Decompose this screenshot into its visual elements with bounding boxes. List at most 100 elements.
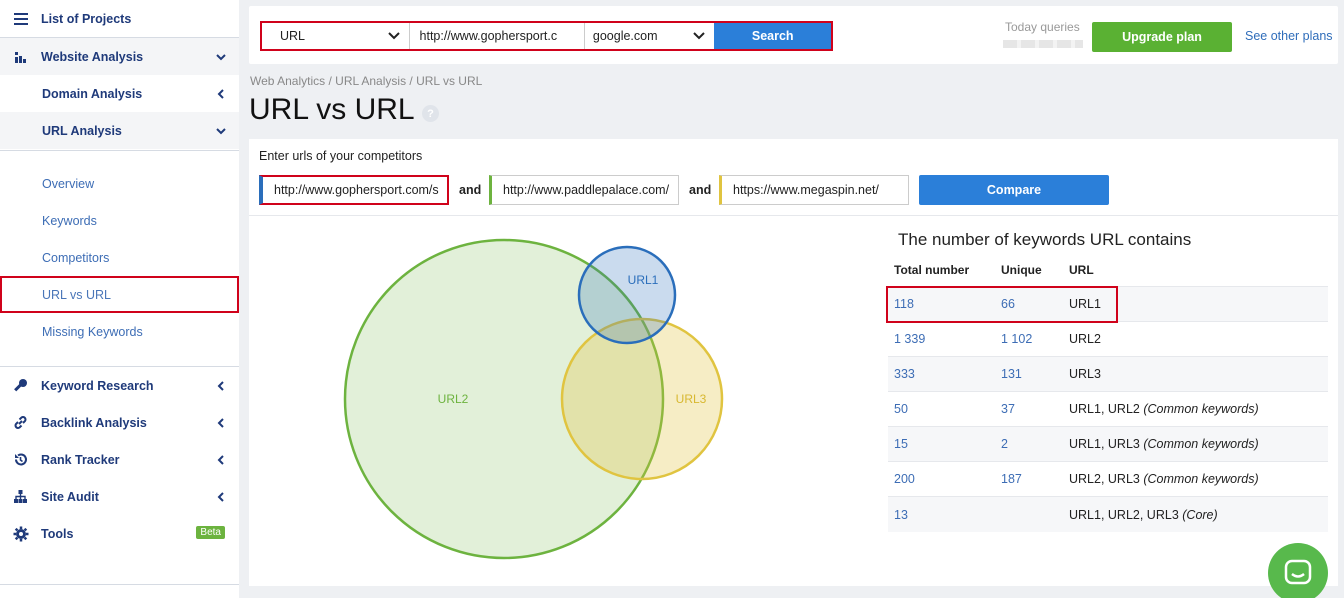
url-cell: URL3 bbox=[1069, 367, 1328, 381]
total-cell[interactable]: 15 bbox=[888, 437, 1001, 451]
url-cell-text: URL2 bbox=[1069, 332, 1101, 346]
sidebar-item-url-analysis[interactable]: URL Analysis bbox=[0, 112, 239, 149]
url-cell: URL1, URL2, URL3 (Core) bbox=[1069, 508, 1328, 522]
sidebar-item-tools[interactable]: Tools Beta bbox=[0, 515, 239, 552]
table-row: 1 339 1 102 URL2 bbox=[888, 322, 1328, 357]
sidebar-item-label: Domain Analysis bbox=[42, 86, 143, 101]
chevron-left-icon bbox=[217, 89, 224, 99]
sidebar: List of Projects Website Analysis Domain… bbox=[0, 0, 239, 598]
beta-badge: Beta bbox=[196, 526, 225, 539]
total-cell[interactable]: 200 bbox=[888, 472, 1001, 486]
and-label: and bbox=[459, 183, 482, 197]
chevron-down-icon bbox=[387, 32, 400, 40]
chevron-left-icon bbox=[217, 417, 224, 428]
sidebar-item-url-vs-url[interactable]: URL vs URL bbox=[0, 276, 239, 313]
url-input[interactable]: http://www.gophersport.c bbox=[410, 23, 585, 49]
url-cell-text: URL1, URL3 bbox=[1069, 437, 1140, 451]
chevron-down-icon bbox=[216, 128, 226, 135]
sidebar-item-label: List of Projects bbox=[41, 11, 132, 26]
total-cell[interactable]: 13 bbox=[888, 508, 1001, 522]
header-url: URL bbox=[1069, 262, 1094, 277]
venn-label-url1: URL1 bbox=[628, 273, 659, 287]
sidebar-item-label: Website Analysis bbox=[41, 49, 144, 64]
divider bbox=[0, 150, 239, 151]
search-group: URL http://www.gophersport.c google.com … bbox=[260, 21, 833, 51]
table-header: Total number Unique URL bbox=[888, 253, 1328, 287]
keywords-table: Total number Unique URL 118 66 URL1 1 33… bbox=[886, 253, 1328, 532]
type-select[interactable]: URL bbox=[262, 23, 410, 49]
sidebar-item-competitors[interactable]: Competitors bbox=[0, 239, 239, 276]
top-search-bar: URL http://www.gophersport.c google.com … bbox=[249, 6, 1338, 64]
sitemap-icon bbox=[0, 489, 41, 504]
see-other-plans-link[interactable]: See other plans bbox=[1245, 29, 1333, 43]
upgrade-plan-button[interactable]: Upgrade plan bbox=[1092, 22, 1232, 52]
header-total: Total number bbox=[894, 262, 970, 277]
table-row: 15 2 URL1, URL3 (Common keywords) bbox=[888, 427, 1328, 462]
url-cell-note: (Common keywords) bbox=[1143, 437, 1259, 451]
chat-widget-button[interactable] bbox=[1268, 543, 1328, 598]
chat-icon bbox=[1284, 559, 1312, 585]
sidebar-item-missing-keywords[interactable]: Missing Keywords bbox=[0, 313, 239, 350]
url-cell-text: URL1, URL2 bbox=[1069, 402, 1140, 416]
search-engine-select[interactable]: google.com bbox=[585, 23, 715, 49]
unique-cell[interactable]: 131 bbox=[1001, 367, 1069, 381]
url3-input[interactable]: https://www.megaspin.net/ bbox=[719, 175, 909, 205]
venn-label-url2: URL2 bbox=[438, 392, 469, 406]
sidebar-item-website-analysis[interactable]: Website Analysis bbox=[0, 38, 239, 75]
unique-cell[interactable]: 1 102 bbox=[1001, 332, 1069, 346]
sidebar-item-projects[interactable]: List of Projects bbox=[0, 0, 239, 37]
compare-button[interactable]: Compare bbox=[919, 175, 1109, 205]
list-icon bbox=[0, 12, 41, 25]
help-icon[interactable]: ? bbox=[422, 105, 439, 122]
url-cell-note: (Common keywords) bbox=[1143, 402, 1259, 416]
url-cell-text: URL3 bbox=[1069, 367, 1101, 381]
sidebar-item-keyword-research[interactable]: Keyword Research bbox=[0, 367, 239, 404]
sidebar-item-backlink-analysis[interactable]: Backlink Analysis bbox=[0, 404, 239, 441]
sidebar-item-domain-analysis[interactable]: Domain Analysis bbox=[0, 75, 239, 112]
key-icon bbox=[0, 378, 41, 393]
url-cell-text: URL1, URL2, URL3 bbox=[1069, 507, 1179, 522]
total-cell[interactable]: 50 bbox=[888, 402, 1001, 416]
total-cell[interactable]: 1 339 bbox=[888, 332, 1001, 346]
url-cell: URL1, URL3 (Common keywords) bbox=[1069, 437, 1328, 451]
divider bbox=[0, 584, 239, 585]
today-queries-bar bbox=[1003, 40, 1083, 48]
total-cell[interactable]: 333 bbox=[888, 367, 1001, 381]
chevron-down-icon bbox=[693, 32, 706, 40]
sidebar-item-label: Rank Tracker bbox=[41, 452, 120, 467]
sidebar-item-label: Site Audit bbox=[41, 489, 99, 504]
url1-input[interactable]: http://www.gophersport.com/s bbox=[259, 175, 449, 205]
unique-cell[interactable]: 187 bbox=[1001, 472, 1069, 486]
table-row: 200 187 URL2, URL3 (Common keywords) bbox=[888, 462, 1328, 497]
url2-input[interactable]: http://www.paddlepalace.com/ bbox=[489, 175, 679, 205]
url-cell-text: URL2, URL3 bbox=[1069, 472, 1140, 486]
search-button[interactable]: Search bbox=[714, 23, 831, 49]
table-row: 333 131 URL3 bbox=[888, 357, 1328, 392]
venn-circle-url1[interactable] bbox=[577, 245, 677, 345]
url-cell: URL2 bbox=[1069, 332, 1328, 346]
unique-cell[interactable]: 2 bbox=[1001, 437, 1069, 451]
type-select-value: URL bbox=[280, 29, 306, 43]
sidebar-item-rank-tracker[interactable]: Rank Tracker bbox=[0, 441, 239, 478]
sidebar-item-site-audit[interactable]: Site Audit bbox=[0, 478, 239, 515]
gear-icon bbox=[0, 526, 41, 542]
unique-cell[interactable]: 37 bbox=[1001, 402, 1069, 416]
header-unique: Unique bbox=[1001, 262, 1042, 277]
analytics-icon bbox=[0, 50, 41, 64]
page-title: URL vs URL bbox=[249, 93, 415, 126]
sidebar-item-overview[interactable]: Overview bbox=[0, 165, 239, 202]
history-icon bbox=[0, 452, 41, 467]
url-cell-note: (Core) bbox=[1182, 507, 1218, 522]
sidebar-item-label: Keyword Research bbox=[41, 378, 154, 393]
table-row: 118 66 URL1 bbox=[886, 286, 1328, 323]
venn-diagram: URL1 URL2 URL3 bbox=[343, 238, 724, 560]
chevron-left-icon bbox=[217, 380, 224, 391]
venn-label-url3: URL3 bbox=[676, 392, 707, 406]
today-queries-label: Today queries bbox=[1005, 20, 1080, 34]
chevron-left-icon bbox=[217, 491, 224, 502]
link-icon bbox=[0, 415, 41, 430]
table-row: 13 URL1, URL2, URL3 (Core) bbox=[888, 497, 1328, 532]
keywords-table-title: The number of keywords URL contains bbox=[898, 230, 1192, 249]
sidebar-item-keywords[interactable]: Keywords bbox=[0, 202, 239, 239]
url-cell-note: (Common keywords) bbox=[1143, 472, 1259, 486]
